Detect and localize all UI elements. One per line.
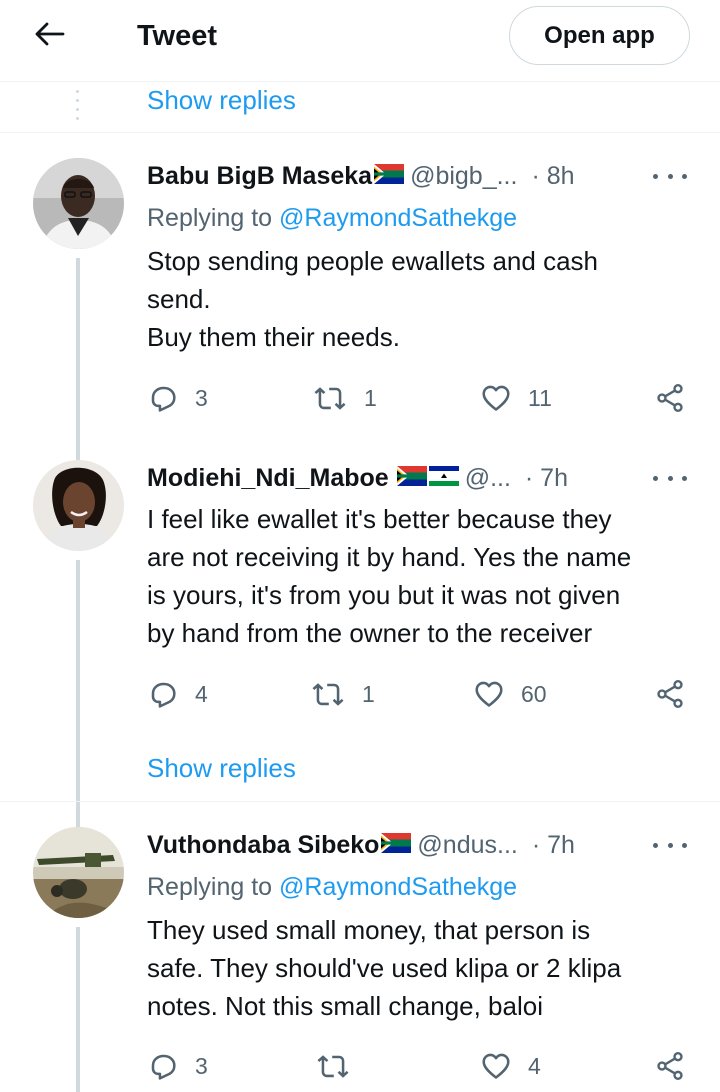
retweet-icon bbox=[312, 382, 348, 414]
replying-to: Replying to @RaymondSathekge bbox=[147, 869, 517, 905]
tweet-text: They used small money, that person is sa… bbox=[147, 911, 682, 1025]
action-bar: 3 1 11 bbox=[147, 378, 692, 418]
share-icon bbox=[654, 678, 686, 710]
reply-count: 3 bbox=[195, 384, 208, 411]
action-bar: 3 4 bbox=[147, 1046, 692, 1086]
reply-icon bbox=[147, 382, 179, 414]
more-icon[interactable] bbox=[653, 464, 687, 492]
avatar[interactable] bbox=[33, 158, 124, 249]
south-africa-flag-icon bbox=[397, 466, 427, 491]
tweet-header: Babu BigB Maseka @bigb_... · 8h bbox=[147, 158, 687, 194]
tweet[interactable]: Modiehi_Ndi_Maboe @... · 7h I feel like … bbox=[0, 460, 720, 830]
display-name[interactable]: Modiehi_Ndi_Maboe bbox=[147, 464, 389, 493]
heart-icon bbox=[473, 678, 505, 710]
retweet-count: 1 bbox=[364, 384, 377, 411]
share-button[interactable] bbox=[654, 378, 686, 418]
top-bar: Tweet Open app bbox=[0, 0, 720, 82]
timestamp[interactable]: · 8h bbox=[531, 162, 574, 191]
divider bbox=[0, 801, 720, 802]
like-button[interactable]: 11 bbox=[480, 378, 552, 418]
open-app-button[interactable]: Open app bbox=[509, 6, 690, 65]
mention-link[interactable]: @RaymondSathekge bbox=[279, 204, 517, 232]
tweet-text: Stop sending people ewallets and cash se… bbox=[147, 242, 682, 356]
like-count: 4 bbox=[528, 1052, 541, 1079]
reply-count: 3 bbox=[195, 1052, 208, 1079]
show-replies-row: Show replies bbox=[0, 752, 720, 802]
tweet-header: Vuthondaba Sibeko @ndus... · 7h bbox=[147, 827, 687, 863]
reply-button[interactable]: 3 bbox=[147, 378, 208, 418]
retweet-icon bbox=[315, 1050, 351, 1082]
text-line: are not receiving it by hand. Yes the na… bbox=[147, 542, 632, 572]
south-africa-flag-icon bbox=[374, 164, 404, 189]
avatar[interactable] bbox=[33, 460, 124, 551]
display-name[interactable]: Babu BigB Maseka bbox=[147, 162, 372, 191]
reply-button[interactable]: 4 bbox=[147, 674, 208, 714]
arrow-left-icon bbox=[35, 22, 65, 51]
share-button[interactable] bbox=[654, 1046, 686, 1086]
handle[interactable]: @bigb_... bbox=[410, 162, 517, 191]
text-line: safe. They should've used klipa or 2 kli… bbox=[147, 953, 622, 983]
thread-line bbox=[76, 927, 80, 1092]
text-line: by hand from the owner to the receiver bbox=[147, 618, 593, 648]
heart-icon bbox=[480, 1050, 512, 1082]
display-name[interactable]: Vuthondaba Sibeko bbox=[147, 831, 379, 860]
reply-count: 4 bbox=[195, 680, 208, 707]
back-button[interactable] bbox=[26, 16, 74, 56]
replying-to: Replying to @RaymondSathekge bbox=[147, 200, 517, 236]
share-button[interactable] bbox=[654, 674, 686, 714]
avatar[interactable] bbox=[33, 827, 124, 918]
text-line: send. bbox=[147, 284, 211, 314]
text-line: Buy them their needs. bbox=[147, 322, 400, 352]
tweet-header: Modiehi_Ndi_Maboe @... · 7h bbox=[147, 460, 687, 496]
tweet-text: I feel like ewallet it's better because … bbox=[147, 500, 682, 652]
like-count: 11 bbox=[528, 384, 552, 411]
retweet-icon bbox=[310, 678, 346, 710]
text-line: notes. Not this small change, baloi bbox=[147, 991, 543, 1021]
heart-icon bbox=[480, 382, 512, 414]
south-africa-flag-icon bbox=[381, 833, 411, 858]
text-line: I feel like ewallet it's better because … bbox=[147, 504, 612, 534]
action-bar: 4 1 60 bbox=[147, 674, 692, 714]
tweet[interactable]: Vuthondaba Sibeko @ndus... · 7h Replying… bbox=[0, 827, 720, 1092]
like-button[interactable]: 60 bbox=[473, 674, 547, 714]
text-line: is yours, it's from you but it was not g… bbox=[147, 580, 621, 610]
tweet[interactable]: Babu BigB Maseka @bigb_... · 8h Replying… bbox=[0, 158, 720, 550]
share-icon bbox=[654, 1050, 686, 1082]
handle[interactable]: @... bbox=[465, 464, 511, 493]
show-replies-link[interactable]: Show replies bbox=[147, 84, 296, 116]
timestamp[interactable]: · 7h bbox=[532, 831, 575, 860]
like-button[interactable]: 4 bbox=[480, 1046, 541, 1086]
retweet-button[interactable] bbox=[315, 1046, 367, 1086]
reply-icon bbox=[147, 678, 179, 710]
text-line: Stop sending people ewallets and cash bbox=[147, 246, 598, 276]
thread-gap-dots bbox=[76, 90, 80, 120]
show-replies-row: Show replies bbox=[0, 84, 720, 134]
lesotho-flag-icon bbox=[429, 466, 459, 491]
handle[interactable]: @ndus... bbox=[417, 831, 517, 860]
divider bbox=[0, 132, 720, 133]
page-title: Tweet bbox=[137, 20, 218, 52]
replying-prefix: Replying to bbox=[147, 873, 280, 901]
more-icon[interactable] bbox=[653, 162, 687, 190]
thread-gap-dots bbox=[76, 758, 80, 788]
timestamp[interactable]: · 7h bbox=[525, 464, 568, 493]
mention-link[interactable]: @RaymondSathekge bbox=[279, 873, 517, 901]
retweet-count: 1 bbox=[362, 680, 375, 707]
replying-prefix: Replying to bbox=[147, 204, 280, 232]
more-icon[interactable] bbox=[653, 831, 687, 859]
retweet-button[interactable]: 1 bbox=[310, 674, 375, 714]
text-line: They used small money, that person is bbox=[147, 915, 591, 945]
like-count: 60 bbox=[521, 680, 547, 707]
share-icon bbox=[654, 382, 686, 414]
show-replies-link[interactable]: Show replies bbox=[147, 752, 296, 784]
reply-button[interactable]: 3 bbox=[147, 1046, 208, 1086]
retweet-button[interactable]: 1 bbox=[312, 378, 377, 418]
reply-icon bbox=[147, 1050, 179, 1082]
